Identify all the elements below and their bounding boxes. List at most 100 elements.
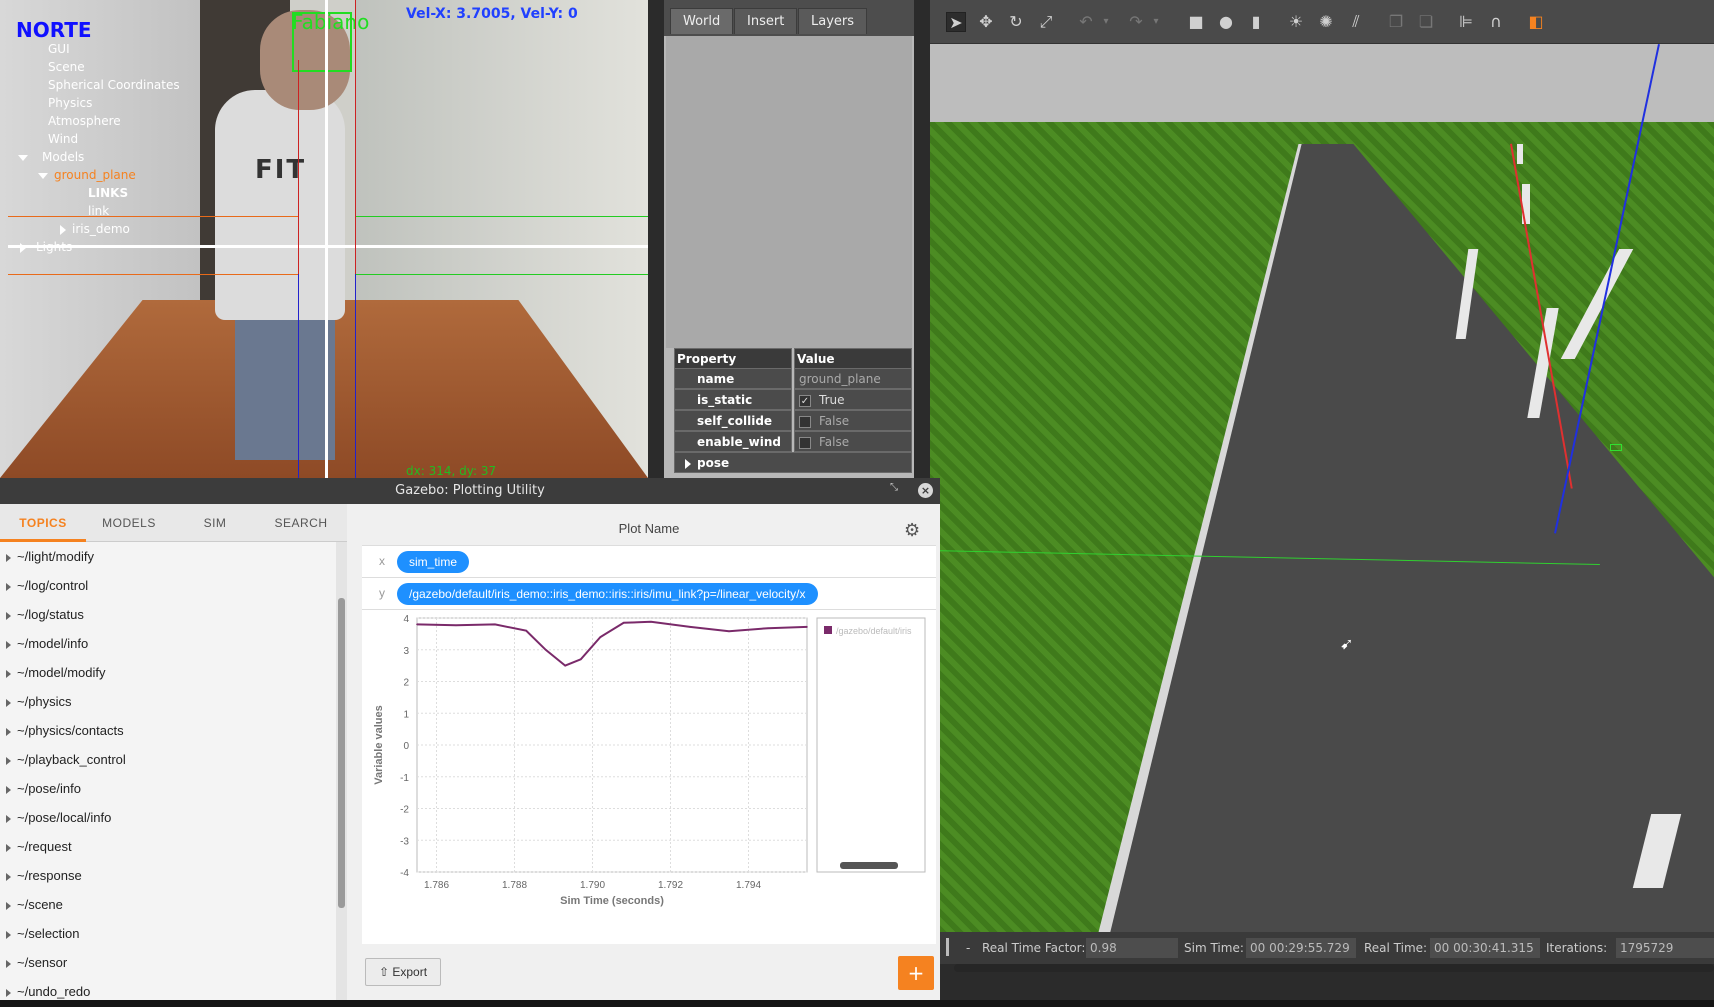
topic-item[interactable]: ~/log/control	[0, 571, 330, 600]
horizontal-scrollbar[interactable]	[954, 964, 1714, 972]
property-header: Property Value	[674, 348, 912, 369]
checkbox-unchecked[interactable]	[799, 415, 811, 428]
expand-arrow-icon[interactable]	[6, 872, 11, 881]
expand-arrow-icon[interactable]	[6, 756, 11, 765]
topic-item[interactable]: ~/selection	[0, 919, 330, 948]
tab-insert[interactable]: Insert	[734, 8, 798, 34]
topic-item[interactable]: ~/playback_control	[0, 745, 330, 774]
scale-icon[interactable]: ⤢	[1036, 12, 1056, 32]
tree-item-atmosphere[interactable]: Atmosphere	[48, 112, 121, 130]
3d-viewport[interactable]: ➹	[930, 44, 1714, 932]
topic-label: ~/log/status	[17, 607, 84, 622]
gear-icon[interactable]: ⚙	[904, 520, 926, 542]
expand-arrow-icon[interactable]	[6, 727, 11, 736]
checkbox-checked[interactable]: ✓	[799, 394, 811, 407]
spot-light-icon[interactable]: ⫽	[1346, 12, 1366, 32]
point-light-icon[interactable]: ✺	[1316, 12, 1336, 32]
collapsed-arrow-icon[interactable]	[20, 242, 26, 253]
expand-arrow-icon[interactable]	[6, 785, 11, 794]
add-plot-button[interactable]: +	[898, 956, 934, 990]
expanded-arrow-icon[interactable]	[38, 172, 48, 179]
checkbox-unchecked[interactable]	[799, 436, 811, 449]
redo-dropdown-icon[interactable]: ▾	[1146, 12, 1166, 32]
tab-layers[interactable]: Layers	[798, 8, 868, 34]
expand-arrow-icon[interactable]	[6, 640, 11, 649]
topic-item[interactable]: ~/undo_redo	[0, 977, 330, 1000]
topic-item[interactable]: ~/light/modify	[0, 542, 330, 571]
topic-item[interactable]: ~/response	[0, 861, 330, 890]
line-chart[interactable]: 4 3 2 1 0 -1 -2 -3 -4 1.786 1.788 1.790 1.792 1.794 Si…	[362, 610, 936, 942]
tab-sim[interactable]: SIM	[172, 504, 258, 542]
translate-icon[interactable]: ✥	[976, 12, 996, 32]
pause-icon[interactable]	[946, 938, 949, 956]
topic-item[interactable]: ~/physics/contacts	[0, 716, 330, 745]
tree-item-lights[interactable]: Lights	[20, 238, 72, 256]
property-value[interactable]: ground_plane	[794, 368, 912, 389]
plot-name[interactable]: Plot Name	[362, 512, 936, 546]
undo-dropdown-icon[interactable]: ▾	[1096, 12, 1116, 32]
select-arrow-icon[interactable]: ➤	[946, 12, 966, 32]
export-button[interactable]: ⇧ Export	[365, 958, 441, 986]
rotate-icon[interactable]: ↻	[1006, 12, 1026, 32]
box-icon[interactable]: ■	[1186, 12, 1206, 32]
topic-scrollbar-thumb[interactable]	[338, 598, 345, 908]
align-icon[interactable]: ⊫	[1456, 12, 1476, 32]
tab-models[interactable]: MODELS	[86, 504, 172, 542]
tab-world[interactable]: World	[670, 8, 734, 34]
expand-arrow-icon[interactable]	[6, 959, 11, 968]
sphere-icon[interactable]: ●	[1216, 12, 1236, 32]
tree-item-spherical-coordinates[interactable]: Spherical Coordinates	[48, 76, 180, 94]
topic-item[interactable]: ~/sensor	[0, 948, 330, 977]
topic-item[interactable]: ~/model/modify	[0, 658, 330, 687]
tree-item-models[interactable]: Models	[18, 148, 84, 166]
cylinder-icon[interactable]: ▮	[1246, 12, 1266, 32]
topic-item[interactable]: ~/model/info	[0, 629, 330, 658]
topic-item[interactable]: ~/pose/local/info	[0, 803, 330, 832]
expand-arrow-icon[interactable]	[6, 698, 11, 707]
expand-arrow-icon[interactable]	[6, 669, 11, 678]
expand-arrow-icon[interactable]	[6, 582, 11, 591]
tree-item-ground-plane[interactable]: ground_plane	[38, 166, 136, 184]
person-legs	[235, 300, 335, 460]
collapsed-arrow-icon[interactable]	[685, 458, 691, 469]
expanded-arrow-icon[interactable]	[18, 154, 28, 161]
expand-arrow-icon[interactable]	[6, 843, 11, 852]
tab-topics[interactable]: TOPICS	[0, 504, 86, 542]
tree-item-wind[interactable]: Wind	[48, 130, 78, 148]
copy-icon[interactable]: ❐	[1386, 12, 1406, 32]
undo-icon[interactable]: ↶	[1076, 12, 1096, 32]
topic-label: ~/physics	[17, 694, 72, 709]
tree-item-gui[interactable]: GUI	[48, 40, 70, 58]
tree-item-links[interactable]: LINKS	[88, 184, 128, 202]
expand-arrow-icon[interactable]	[6, 988, 11, 997]
tree-item-physics[interactable]: Physics	[48, 94, 92, 112]
collapsed-arrow-icon[interactable]	[60, 224, 66, 235]
topic-item[interactable]: ~/pose/info	[0, 774, 330, 803]
property-row-pose[interactable]: pose	[674, 452, 912, 473]
tree-item-iris-demo[interactable]: iris_demo	[60, 220, 130, 238]
x-variable-pill[interactable]: sim_time	[397, 551, 470, 573]
sun-light-icon[interactable]: ☀	[1286, 12, 1306, 32]
expand-arrow-icon[interactable]	[6, 930, 11, 939]
topic-item[interactable]: ~/scene	[0, 890, 330, 919]
snap-icon[interactable]: ∩	[1486, 12, 1506, 32]
drone-model[interactable]	[1610, 444, 1622, 451]
tab-search[interactable]: SEARCH	[258, 504, 344, 542]
close-icon[interactable]: ×	[918, 483, 933, 498]
color-cube-icon[interactable]: ◧	[1526, 12, 1546, 32]
tree-item-scene[interactable]: Scene	[48, 58, 85, 76]
topic-item[interactable]: ~/physics	[0, 687, 330, 716]
tree-item-link[interactable]: link	[88, 202, 109, 220]
topic-item[interactable]: ~/request	[0, 832, 330, 861]
legend-swatch	[824, 626, 832, 634]
expand-arrow-icon[interactable]	[6, 814, 11, 823]
expand-arrow-icon[interactable]	[6, 611, 11, 620]
y-variable-pill[interactable]: /gazebo/default/iris_demo::iris_demo::ir…	[397, 583, 818, 605]
expand-arrow-icon[interactable]	[6, 553, 11, 562]
paste-icon[interactable]: ❏	[1416, 12, 1436, 32]
expand-arrow-icon[interactable]	[6, 901, 11, 910]
plot-window-title[interactable]: Gazebo: Plotting Utility	[0, 478, 940, 504]
topic-item[interactable]: ~/log/status	[0, 600, 330, 629]
redo-icon[interactable]: ↷	[1126, 12, 1146, 32]
restore-icon[interactable]: ⤡	[890, 482, 904, 496]
